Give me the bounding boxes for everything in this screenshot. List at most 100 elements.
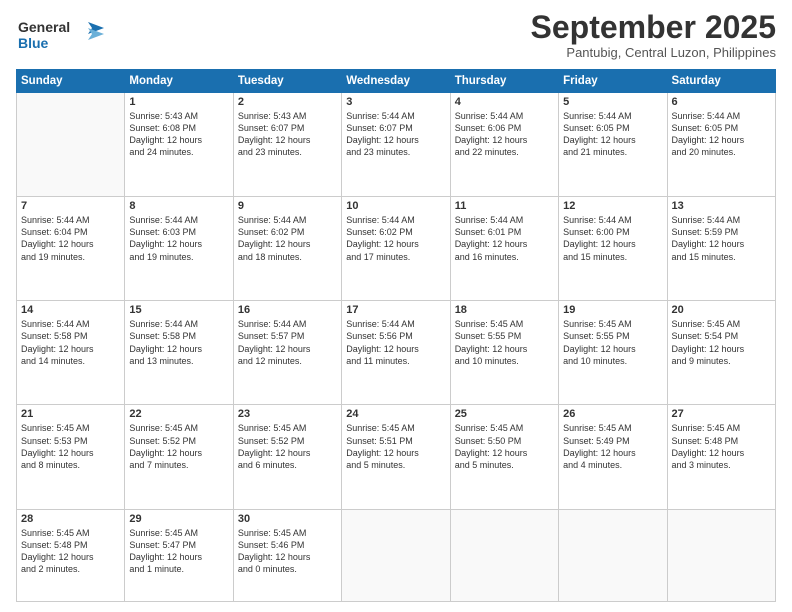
day-number: 25 — [455, 408, 554, 420]
day-number: 6 — [672, 96, 771, 108]
table-row — [17, 93, 125, 197]
day-number: 2 — [238, 96, 337, 108]
table-row: 17 Sunrise: 5:44 AM Sunset: 5:56 PM Dayli… — [342, 301, 450, 405]
day-number: 11 — [455, 200, 554, 212]
table-row — [667, 509, 775, 601]
calendar-week-row: 14 Sunrise: 5:44 AM Sunset: 5:58 PM Dayli… — [17, 301, 776, 405]
table-row: 25 Sunrise: 5:45 AM Sunset: 5:50 PM Dayli… — [450, 405, 558, 509]
day-number: 4 — [455, 96, 554, 108]
table-row: 1Sunrise: 5:43 AM Sunset: 6:08 PM Daylig… — [125, 93, 233, 197]
table-row: 2 Sunrise: 5:43 AM Sunset: 6:07 PM Daylig… — [233, 93, 341, 197]
day-number: 9 — [238, 200, 337, 212]
table-row: 30 Sunrise: 5:45 AM Sunset: 5:46 PM Dayli… — [233, 509, 341, 601]
col-friday: Friday — [559, 70, 667, 93]
title-block: September 2025 Pantubig, Central Luzon, … — [531, 10, 776, 60]
table-row: 10 Sunrise: 5:44 AM Sunset: 6:02 PM Dayli… — [342, 197, 450, 301]
col-monday: Monday — [125, 70, 233, 93]
table-row: 5 Sunrise: 5:44 AM Sunset: 6:05 PM Daylig… — [559, 93, 667, 197]
day-number: 30 — [238, 513, 337, 525]
logo-text: General Blue — [16, 14, 106, 63]
table-row: 18Sunrise: 5:45 AM Sunset: 5:55 PM Dayli… — [450, 301, 558, 405]
calendar-week-row: 28Sunrise: 5:45 AM Sunset: 5:48 PM Dayli… — [17, 509, 776, 601]
day-number: 28 — [21, 513, 120, 525]
month-title: September 2025 — [531, 10, 776, 45]
day-info: Sunrise: 5:45 AM Sunset: 5:52 PM Dayligh… — [129, 422, 228, 471]
table-row: 15 Sunrise: 5:44 AM Sunset: 5:58 PM Dayli… — [125, 301, 233, 405]
day-info: Sunrise: 5:44 AM Sunset: 5:57 PM Dayligh… — [238, 318, 337, 367]
day-info: Sunrise: 5:44 AM Sunset: 6:06 PM Dayligh… — [455, 110, 554, 159]
day-info: Sunrise: 5:44 AM Sunset: 6:05 PM Dayligh… — [672, 110, 771, 159]
table-row: 20Sunrise: 5:45 AM Sunset: 5:54 PM Dayli… — [667, 301, 775, 405]
table-row: 6 Sunrise: 5:44 AM Sunset: 6:05 PM Daylig… — [667, 93, 775, 197]
day-info: Sunrise: 5:45 AM Sunset: 5:51 PM Dayligh… — [346, 422, 445, 471]
table-row: 14 Sunrise: 5:44 AM Sunset: 5:58 PM Dayli… — [17, 301, 125, 405]
table-row: 27Sunrise: 5:45 AM Sunset: 5:48 PM Dayli… — [667, 405, 775, 509]
day-number: 12 — [563, 200, 662, 212]
svg-text:Blue: Blue — [18, 35, 49, 51]
day-info: Sunrise: 5:44 AM Sunset: 6:04 PM Dayligh… — [21, 214, 120, 263]
day-info: Sunrise: 5:45 AM Sunset: 5:52 PM Dayligh… — [238, 422, 337, 471]
day-info: Sunrise: 5:43 AM Sunset: 6:07 PM Dayligh… — [238, 110, 337, 159]
table-row: 23 Sunrise: 5:45 AM Sunset: 5:52 PM Dayli… — [233, 405, 341, 509]
day-info: Sunrise: 5:44 AM Sunset: 6:02 PM Dayligh… — [238, 214, 337, 263]
day-number: 3 — [346, 96, 445, 108]
table-row: 11 Sunrise: 5:44 AM Sunset: 6:01 PM Dayli… — [450, 197, 558, 301]
day-number: 1 — [129, 96, 228, 108]
table-row: 12 Sunrise: 5:44 AM Sunset: 6:00 PM Dayli… — [559, 197, 667, 301]
table-row: 13Sunrise: 5:44 AM Sunset: 5:59 PM Dayli… — [667, 197, 775, 301]
col-thursday: Thursday — [450, 70, 558, 93]
table-row — [450, 509, 558, 601]
logo: General Blue — [16, 14, 106, 63]
day-info: Sunrise: 5:44 AM Sunset: 5:56 PM Dayligh… — [346, 318, 445, 367]
day-info: Sunrise: 5:44 AM Sunset: 6:05 PM Dayligh… — [563, 110, 662, 159]
table-row: 29 Sunrise: 5:45 AM Sunset: 5:47 PM Dayli… — [125, 509, 233, 601]
day-number: 27 — [672, 408, 771, 420]
table-row: 19Sunrise: 5:45 AM Sunset: 5:55 PM Dayli… — [559, 301, 667, 405]
col-tuesday: Tuesday — [233, 70, 341, 93]
table-row: 22Sunrise: 5:45 AM Sunset: 5:52 PM Dayli… — [125, 405, 233, 509]
day-info: Sunrise: 5:45 AM Sunset: 5:46 PM Dayligh… — [238, 527, 337, 576]
day-number: 7 — [21, 200, 120, 212]
day-info: Sunrise: 5:45 AM Sunset: 5:50 PM Dayligh… — [455, 422, 554, 471]
day-info: Sunrise: 5:44 AM Sunset: 6:00 PM Dayligh… — [563, 214, 662, 263]
day-info: Sunrise: 5:44 AM Sunset: 5:58 PM Dayligh… — [129, 318, 228, 367]
day-number: 15 — [129, 304, 228, 316]
table-row: 4 Sunrise: 5:44 AM Sunset: 6:06 PM Daylig… — [450, 93, 558, 197]
table-row: 8Sunrise: 5:44 AM Sunset: 6:03 PM Daylig… — [125, 197, 233, 301]
calendar-header-row: Sunday Monday Tuesday Wednesday Thursday… — [17, 70, 776, 93]
day-number: 29 — [129, 513, 228, 525]
page: General Blue September 2025 Pantubig, Ce… — [0, 0, 792, 612]
day-info: Sunrise: 5:45 AM Sunset: 5:47 PM Dayligh… — [129, 527, 228, 576]
day-info: Sunrise: 5:44 AM Sunset: 5:58 PM Dayligh… — [21, 318, 120, 367]
col-sunday: Sunday — [17, 70, 125, 93]
day-number: 16 — [238, 304, 337, 316]
day-info: Sunrise: 5:45 AM Sunset: 5:53 PM Dayligh… — [21, 422, 120, 471]
table-row: 16 Sunrise: 5:44 AM Sunset: 5:57 PM Dayli… — [233, 301, 341, 405]
day-info: Sunrise: 5:44 AM Sunset: 6:03 PM Dayligh… — [129, 214, 228, 263]
day-number: 5 — [563, 96, 662, 108]
table-row: 3 Sunrise: 5:44 AM Sunset: 6:07 PM Daylig… — [342, 93, 450, 197]
day-number: 17 — [346, 304, 445, 316]
table-row: 21 Sunrise: 5:45 AM Sunset: 5:53 PM Dayli… — [17, 405, 125, 509]
day-number: 19 — [563, 304, 662, 316]
table-row: 28Sunrise: 5:45 AM Sunset: 5:48 PM Dayli… — [17, 509, 125, 601]
day-number: 10 — [346, 200, 445, 212]
header: General Blue September 2025 Pantubig, Ce… — [16, 10, 776, 63]
day-number: 20 — [672, 304, 771, 316]
table-row: 26 Sunrise: 5:45 AM Sunset: 5:49 PM Dayli… — [559, 405, 667, 509]
day-info: Sunrise: 5:44 AM Sunset: 6:07 PM Dayligh… — [346, 110, 445, 159]
table-row: 9 Sunrise: 5:44 AM Sunset: 6:02 PM Daylig… — [233, 197, 341, 301]
table-row — [342, 509, 450, 601]
day-info: Sunrise: 5:44 AM Sunset: 5:59 PM Dayligh… — [672, 214, 771, 263]
day-number: 26 — [563, 408, 662, 420]
day-number: 23 — [238, 408, 337, 420]
col-wednesday: Wednesday — [342, 70, 450, 93]
day-number: 21 — [21, 408, 120, 420]
calendar-table: Sunday Monday Tuesday Wednesday Thursday… — [16, 69, 776, 602]
day-number: 24 — [346, 408, 445, 420]
location: Pantubig, Central Luzon, Philippines — [531, 45, 776, 60]
day-info: Sunrise: 5:45 AM Sunset: 5:49 PM Dayligh… — [563, 422, 662, 471]
day-number: 14 — [21, 304, 120, 316]
day-info: Sunrise: 5:44 AM Sunset: 6:01 PM Dayligh… — [455, 214, 554, 263]
day-info: Sunrise: 5:44 AM Sunset: 6:02 PM Dayligh… — [346, 214, 445, 263]
